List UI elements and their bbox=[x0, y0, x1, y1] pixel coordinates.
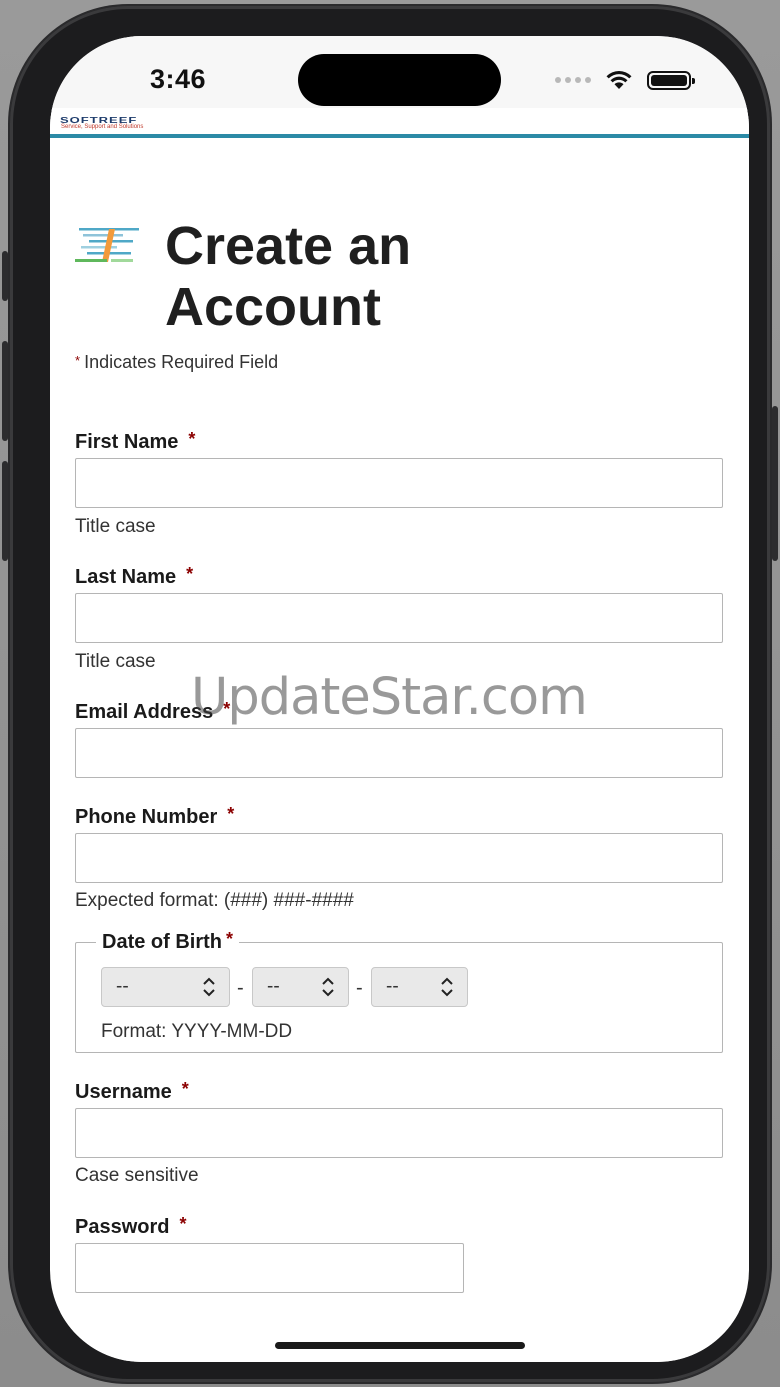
updown-chevron-icon bbox=[441, 977, 453, 997]
cellular-signal-icon bbox=[555, 77, 591, 83]
battery-icon bbox=[647, 70, 695, 90]
dob-year-select[interactable]: -- bbox=[101, 967, 230, 1007]
last-name-label-text: Last Name bbox=[75, 566, 177, 588]
dob-legend: Date of Birth * bbox=[96, 929, 240, 954]
dob-day-value: -- bbox=[386, 976, 399, 997]
header-divider bbox=[50, 134, 749, 138]
password-label: Password * bbox=[75, 1214, 187, 1239]
required-marker: * bbox=[186, 564, 194, 584]
required-marker: * bbox=[188, 429, 196, 449]
required-note: * Indicates Required Field bbox=[75, 352, 278, 373]
last-name-input[interactable] bbox=[75, 593, 723, 643]
page-title: Create an Account bbox=[165, 216, 412, 337]
required-marker: * bbox=[226, 929, 234, 949]
required-marker: * bbox=[179, 1214, 187, 1234]
wifi-icon bbox=[606, 70, 632, 89]
dob-format-help: Format: YYYY-MM-DD bbox=[101, 1021, 293, 1042]
last-name-help: Title case bbox=[75, 651, 156, 672]
dob-separator: - bbox=[237, 977, 244, 999]
dob-day-select[interactable]: -- bbox=[371, 967, 468, 1007]
volume-up-button bbox=[2, 341, 8, 441]
username-label-text: Username bbox=[75, 1081, 172, 1103]
required-marker: * bbox=[75, 353, 81, 368]
dob-month-value: -- bbox=[267, 976, 280, 997]
dob-separator: - bbox=[356, 977, 363, 999]
dynamic-island bbox=[298, 54, 501, 106]
phone-input[interactable] bbox=[75, 833, 723, 883]
phone-help: Expected format: (###) ###-#### bbox=[75, 890, 354, 911]
phone-label: Phone Number * bbox=[75, 804, 234, 829]
phone-label-text: Phone Number bbox=[75, 806, 218, 828]
username-help: Case sensitive bbox=[75, 1165, 199, 1186]
home-indicator[interactable] bbox=[275, 1342, 525, 1349]
dob-fieldset: Date of Birth * -- - -- - -- Format: YYY… bbox=[75, 929, 723, 1053]
first-name-input[interactable] bbox=[75, 458, 723, 508]
email-input[interactable] bbox=[75, 728, 723, 778]
last-name-label: Last Name * bbox=[75, 564, 193, 589]
status-time: 3:46 bbox=[150, 64, 207, 94]
power-button bbox=[772, 406, 778, 561]
required-marker: * bbox=[181, 1079, 189, 1099]
dob-year-value: -- bbox=[116, 976, 129, 997]
updown-chevron-icon bbox=[203, 977, 215, 997]
watermark: UpdateStar.com bbox=[191, 668, 588, 727]
username-label: Username * bbox=[75, 1079, 189, 1104]
username-input[interactable] bbox=[75, 1108, 723, 1158]
action-button bbox=[2, 251, 8, 301]
first-name-label-text: First Name bbox=[75, 431, 179, 453]
app-logo-icon bbox=[75, 228, 139, 262]
title-row: Create an Account bbox=[75, 216, 411, 337]
password-input[interactable] bbox=[75, 1243, 464, 1293]
required-note-text: Indicates Required Field bbox=[84, 352, 279, 372]
first-name-help: Title case bbox=[75, 516, 156, 537]
first-name-label: First Name * bbox=[75, 429, 195, 454]
status-icons bbox=[555, 69, 695, 91]
password-label-text: Password bbox=[75, 1216, 170, 1238]
dob-legend-text: Date of Birth bbox=[102, 931, 222, 953]
updown-chevron-icon bbox=[322, 977, 334, 997]
bottom-safe-area bbox=[50, 1312, 749, 1362]
volume-down-button bbox=[2, 461, 8, 561]
required-marker: * bbox=[227, 804, 235, 824]
dob-month-select[interactable]: -- bbox=[252, 967, 349, 1007]
brand-tagline: Service, Support and Solutions bbox=[61, 124, 144, 130]
